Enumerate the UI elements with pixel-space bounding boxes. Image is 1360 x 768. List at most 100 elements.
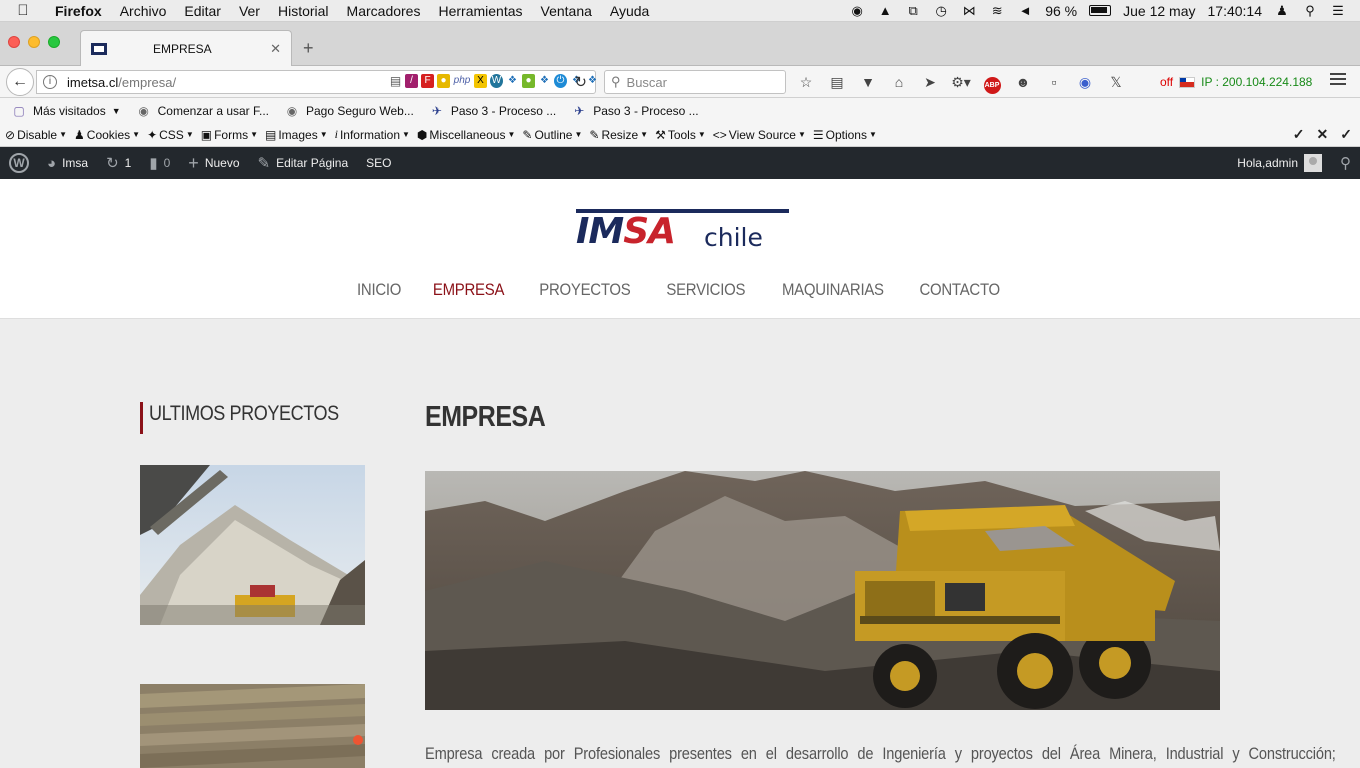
site-info-icon[interactable]: i [43, 75, 57, 89]
wifi-icon[interactable]: ≋ [989, 3, 1005, 18]
menu-archivo[interactable]: Archivo [111, 3, 176, 19]
dev-view-source-menu[interactable]: <> View Source ▼ [713, 128, 806, 142]
user-icon[interactable]: ♟ [1274, 3, 1290, 18]
bluetooth-icon[interactable]: ⋈ [961, 3, 977, 18]
dev-tools-menu[interactable]: ⚒ Tools ▼ [655, 128, 706, 142]
menu-ayuda[interactable]: Ayuda [601, 3, 658, 19]
lock-addon-icon[interactable]: ● [437, 74, 450, 88]
wp-updates[interactable]: ↻ 1 [97, 147, 140, 179]
power-addon-icon[interactable]: ⏻ [554, 74, 567, 88]
menu-historial[interactable]: Historial [269, 3, 338, 19]
dev-outline-menu[interactable]: ✎ Outline ▼ [522, 128, 582, 142]
minimize-window-button[interactable] [28, 36, 40, 48]
battery-icon[interactable] [1089, 5, 1112, 16]
bookmark-paso-3-a[interactable]: ✈ Paso 3 - Proceso ... [430, 104, 556, 118]
bookmark-star-icon[interactable]: ☆ [796, 72, 816, 92]
bookmark-label: Comenzar a usar F... [157, 103, 269, 118]
site-logo[interactable]: IMSA chile [576, 209, 789, 252]
dev-css-menu[interactable]: ✦ CSS ▼ [147, 128, 194, 142]
check-icon[interactable]: ✓ [1293, 126, 1305, 143]
wp-comments[interactable]: ▮ 0 [140, 147, 179, 179]
x-extension-icon[interactable]: 𝕏 [1106, 72, 1126, 92]
project-thumbnail-1[interactable] [140, 465, 365, 625]
zoom-window-button[interactable] [48, 36, 60, 48]
proxy-indicator[interactable]: off IP : 200.104.224.188 [1160, 75, 1312, 89]
small-square-icon[interactable]: ▫ [1044, 72, 1064, 92]
notification-center-icon[interactable]: ☰ [1330, 3, 1346, 18]
reading-list-icon[interactable]: ▤ [827, 72, 847, 92]
dev-cookies-menu[interactable]: ♟ Cookies ▼ [74, 128, 140, 142]
avatar [1304, 154, 1322, 172]
adobe-icon[interactable]: ▲ [877, 3, 893, 18]
php-addon-icon[interactable]: php [453, 74, 471, 88]
wp-account-menu[interactable]: Hola,admin [1228, 147, 1331, 179]
wave4-addon-icon[interactable]: ❖ [586, 74, 599, 88]
x-addon-icon[interactable]: X [474, 74, 487, 88]
nav-servicios[interactable]: SERVICIOS [666, 280, 745, 300]
reader-view-icon[interactable]: ▤ [389, 74, 402, 88]
f-addon-icon[interactable]: F [421, 74, 434, 88]
bookmark-getting-started[interactable]: ◉ Comenzar a usar F... [137, 104, 269, 118]
window-icon[interactable]: ⧉ [905, 3, 921, 18]
feather-addon-icon[interactable]: / [405, 74, 418, 88]
wave-addon-icon[interactable]: ❖ [506, 74, 519, 88]
nav-empresa[interactable]: EMPRESA [433, 280, 505, 300]
nav-contacto[interactable]: CONTACTO [920, 280, 1001, 300]
wp-new-content[interactable]: + Nuevo [179, 147, 248, 179]
firefox-account-icon[interactable]: ◉ [1075, 72, 1095, 92]
back-button[interactable]: ← [6, 68, 34, 96]
cookie-user-icon: ♟ [74, 127, 85, 142]
bookmark-most-visited[interactable]: ▢ Más visitados ▼ [12, 104, 120, 118]
dev-miscellaneous-menu[interactable]: ⬢ Miscellaneous ▼ [417, 128, 515, 142]
pocket-icon[interactable]: ▼ [858, 72, 878, 92]
cross-icon[interactable]: ✕ [1317, 126, 1329, 143]
apple-menu-icon[interactable]:  [0, 2, 46, 19]
close-window-button[interactable] [8, 36, 20, 48]
menubar-time[interactable]: 17:40:14 [1208, 3, 1263, 19]
emoji-addon-icon[interactable]: ☻ [1013, 72, 1033, 92]
check-icon-2[interactable]: ✓ [1340, 126, 1352, 143]
wordpress-addon-icon[interactable]: W [490, 74, 503, 88]
menu-app-firefox[interactable]: Firefox [46, 3, 111, 19]
project-thumbnail-2[interactable] [140, 684, 365, 768]
spotlight-search-icon[interactable]: ⚲ [1302, 3, 1318, 18]
tab-empresa[interactable]: EMPRESA ✕ [80, 30, 292, 66]
adblock-icon[interactable]: ABP▾ [982, 72, 1002, 112]
dev-images-menu[interactable]: ▤ Images ▼ [265, 128, 328, 142]
wp-search[interactable]: ⚲ [1331, 147, 1360, 179]
green-lock-addon-icon[interactable]: ● [522, 74, 535, 88]
nav-proyectos[interactable]: PROYECTOS [540, 280, 632, 300]
nav-maquinarias[interactable]: MAQUINARIAS [782, 280, 884, 300]
home-icon[interactable]: ⌂ [889, 72, 909, 92]
dev-information-menu[interactable]: i Information ▼ [335, 127, 410, 142]
time-machine-icon[interactable]: ◷ [933, 3, 949, 18]
extension-gear-icon[interactable]: ⚙▾ [951, 72, 971, 92]
reload-icon[interactable]: ↻ [574, 73, 587, 91]
new-tab-button[interactable]: + [303, 38, 314, 59]
wp-site-menu[interactable]: ◕ Imsa [38, 147, 97, 179]
menu-herramientas[interactable]: Herramientas [429, 3, 531, 19]
dev-forms-menu[interactable]: ▣ Forms ▼ [201, 128, 258, 142]
dev-disable-menu[interactable]: ⊘ Disable ▼ [5, 128, 67, 142]
menu-ventana[interactable]: Ventana [532, 3, 601, 19]
bookmark-paso-3-b[interactable]: ✈ Paso 3 - Proceso ... [572, 104, 698, 118]
close-tab-icon[interactable]: ✕ [270, 41, 281, 57]
url-bar[interactable]: i imetsa.cl/empresa/ ▤ / F ● php X W ❖ ●… [36, 70, 599, 94]
menu-ver[interactable]: Ver [230, 3, 269, 19]
nav-inicio[interactable]: INICIO [357, 280, 401, 300]
send-icon[interactable]: ➤ [920, 72, 940, 92]
bookmark-pago-seguro[interactable]: ◉ Pago Seguro Web... [285, 104, 414, 118]
open-menu-icon[interactable] [1330, 73, 1346, 88]
wp-seo[interactable]: SEO [357, 147, 400, 179]
wp-logo-menu[interactable]: W [0, 147, 38, 179]
menu-marcadores[interactable]: Marcadores [338, 3, 430, 19]
search-bar[interactable]: ⚲ Buscar [604, 70, 786, 94]
status-circle-icon[interactable]: ◉ [849, 3, 865, 18]
menu-editar[interactable]: Editar [175, 3, 230, 19]
wp-edit-page[interactable]: ✎ Editar Página [249, 147, 358, 179]
wave2-addon-icon[interactable]: ❖ [538, 74, 551, 88]
dev-options-menu[interactable]: ☰ Options ▼ [813, 128, 877, 142]
pencil-icon: ✎ [522, 127, 533, 142]
volume-icon[interactable]: ◄ [1017, 3, 1033, 18]
dev-resize-menu[interactable]: ✎ Resize ▼ [589, 128, 648, 142]
